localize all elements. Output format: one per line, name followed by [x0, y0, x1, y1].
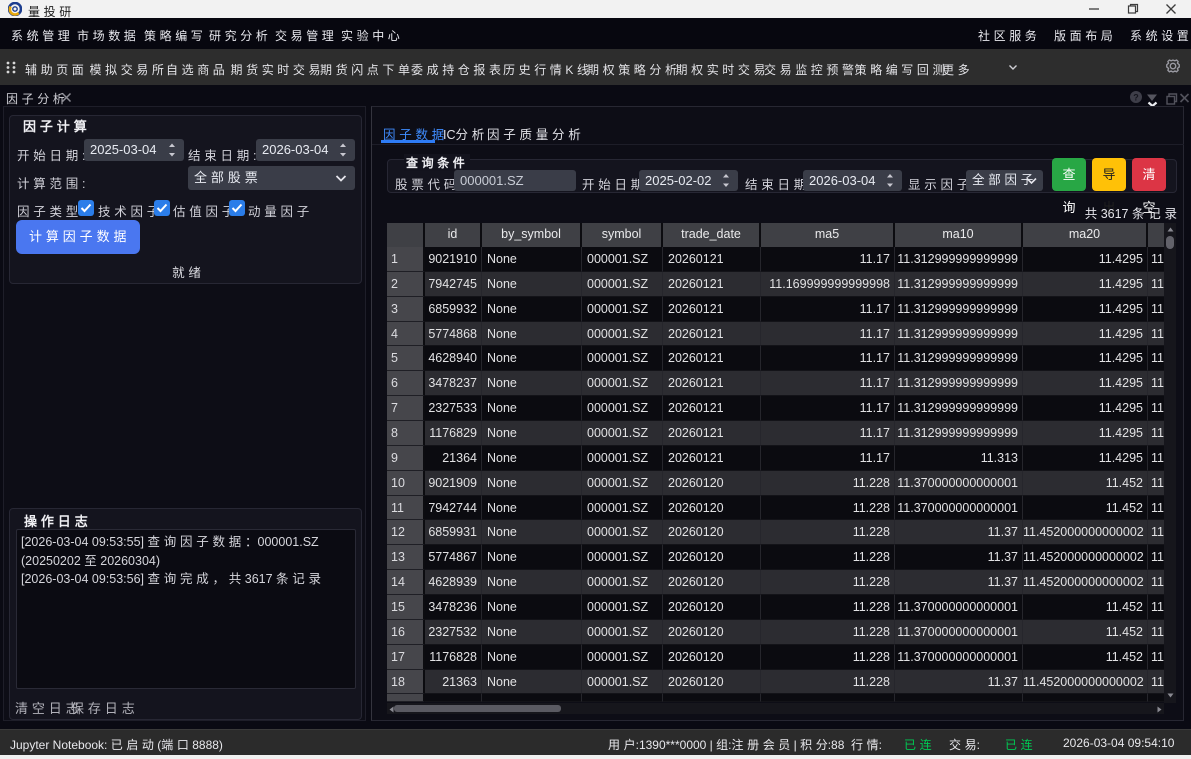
svg-text:?: ?: [1133, 93, 1139, 103]
